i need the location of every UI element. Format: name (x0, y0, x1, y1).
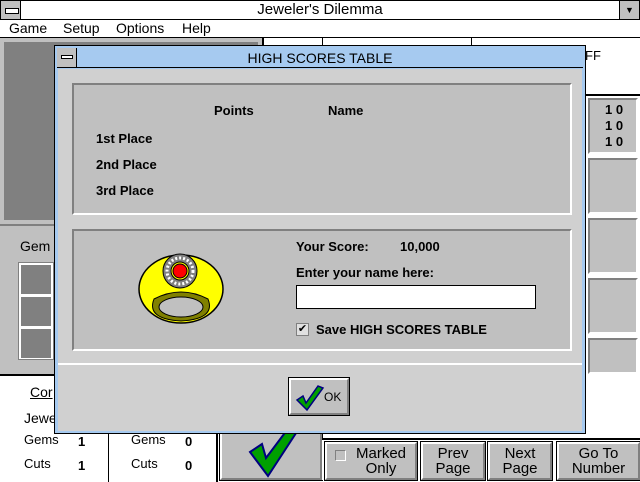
new-score-panel: Your Score: 10,000 Enter your name here:… (72, 229, 572, 351)
cuts-value: 0 (185, 458, 193, 473)
info-text: FF (585, 48, 601, 63)
menu-game[interactable]: Game (9, 20, 47, 37)
menu-bar: Game Setup Options Help (0, 20, 640, 38)
save-checkbox[interactable]: ✔ (296, 323, 309, 336)
ring-icon (138, 253, 224, 324)
name-header: Name (328, 103, 364, 118)
marked-only-label: Marked Only (355, 445, 407, 477)
gems-value: 0 (185, 434, 193, 449)
menu-help[interactable]: Help (182, 20, 211, 37)
gems-label: Gems (131, 432, 166, 447)
counts-heading: Cor (30, 384, 53, 400)
marked-only-toggle[interactable]: Marked Only (324, 441, 418, 481)
prev-page-button[interactable]: Prev Page (420, 441, 486, 481)
ok-button[interactable]: OK (288, 377, 350, 416)
dialog-title: HIGH SCORES TABLE (247, 50, 393, 66)
cuts-value: 1 (78, 458, 86, 473)
scores-table: Points Name 1st Place 2nd Place 3rd Plac… (72, 83, 572, 215)
name-input[interactable] (296, 285, 536, 309)
right-value: 1 0 (605, 102, 624, 117)
window-title-bar: Jeweler's Dilemma ▼ (0, 0, 640, 20)
save-label: Save HIGH SCORES TABLE (316, 322, 487, 337)
menu-setup[interactable]: Setup (63, 20, 100, 37)
high-scores-dialog: HIGH SCORES TABLE Points Name 1st Place … (54, 45, 586, 434)
points-header: Points (214, 103, 254, 118)
right-value: 1 0 (605, 118, 624, 133)
next-page-button[interactable]: Next Page (487, 441, 553, 481)
right-value: 1 0 (605, 134, 624, 149)
place-label: 2nd Place (96, 157, 157, 172)
system-menu-icon[interactable] (1, 1, 21, 19)
ok-label: OK (324, 390, 342, 404)
menu-options[interactable]: Options (116, 20, 164, 37)
dialog-title-bar: HIGH SCORES TABLE (57, 48, 583, 68)
gem-label: Gem (20, 238, 51, 254)
place-label: 3rd Place (96, 183, 154, 198)
gems-label: Gems (24, 432, 59, 447)
gems-value: 1 (78, 434, 86, 449)
cuts-label: Cuts (24, 456, 51, 471)
go-to-number-button[interactable]: Go To Number (556, 441, 640, 481)
window-title: Jeweler's Dilemma (257, 1, 383, 18)
place-label: 1st Place (96, 131, 153, 146)
name-prompt: Enter your name here: (296, 265, 434, 280)
your-score-label: Your Score: (296, 239, 369, 254)
your-score-value: 10,000 (400, 239, 440, 254)
dialog-system-menu-icon[interactable] (57, 48, 77, 67)
minimize-button[interactable]: ▼ (619, 1, 639, 19)
marked-only-checkbox[interactable] (335, 450, 346, 461)
cuts-label: Cuts (131, 456, 158, 471)
checkmark-icon (295, 385, 325, 412)
counts-row: Jewe (24, 410, 57, 426)
